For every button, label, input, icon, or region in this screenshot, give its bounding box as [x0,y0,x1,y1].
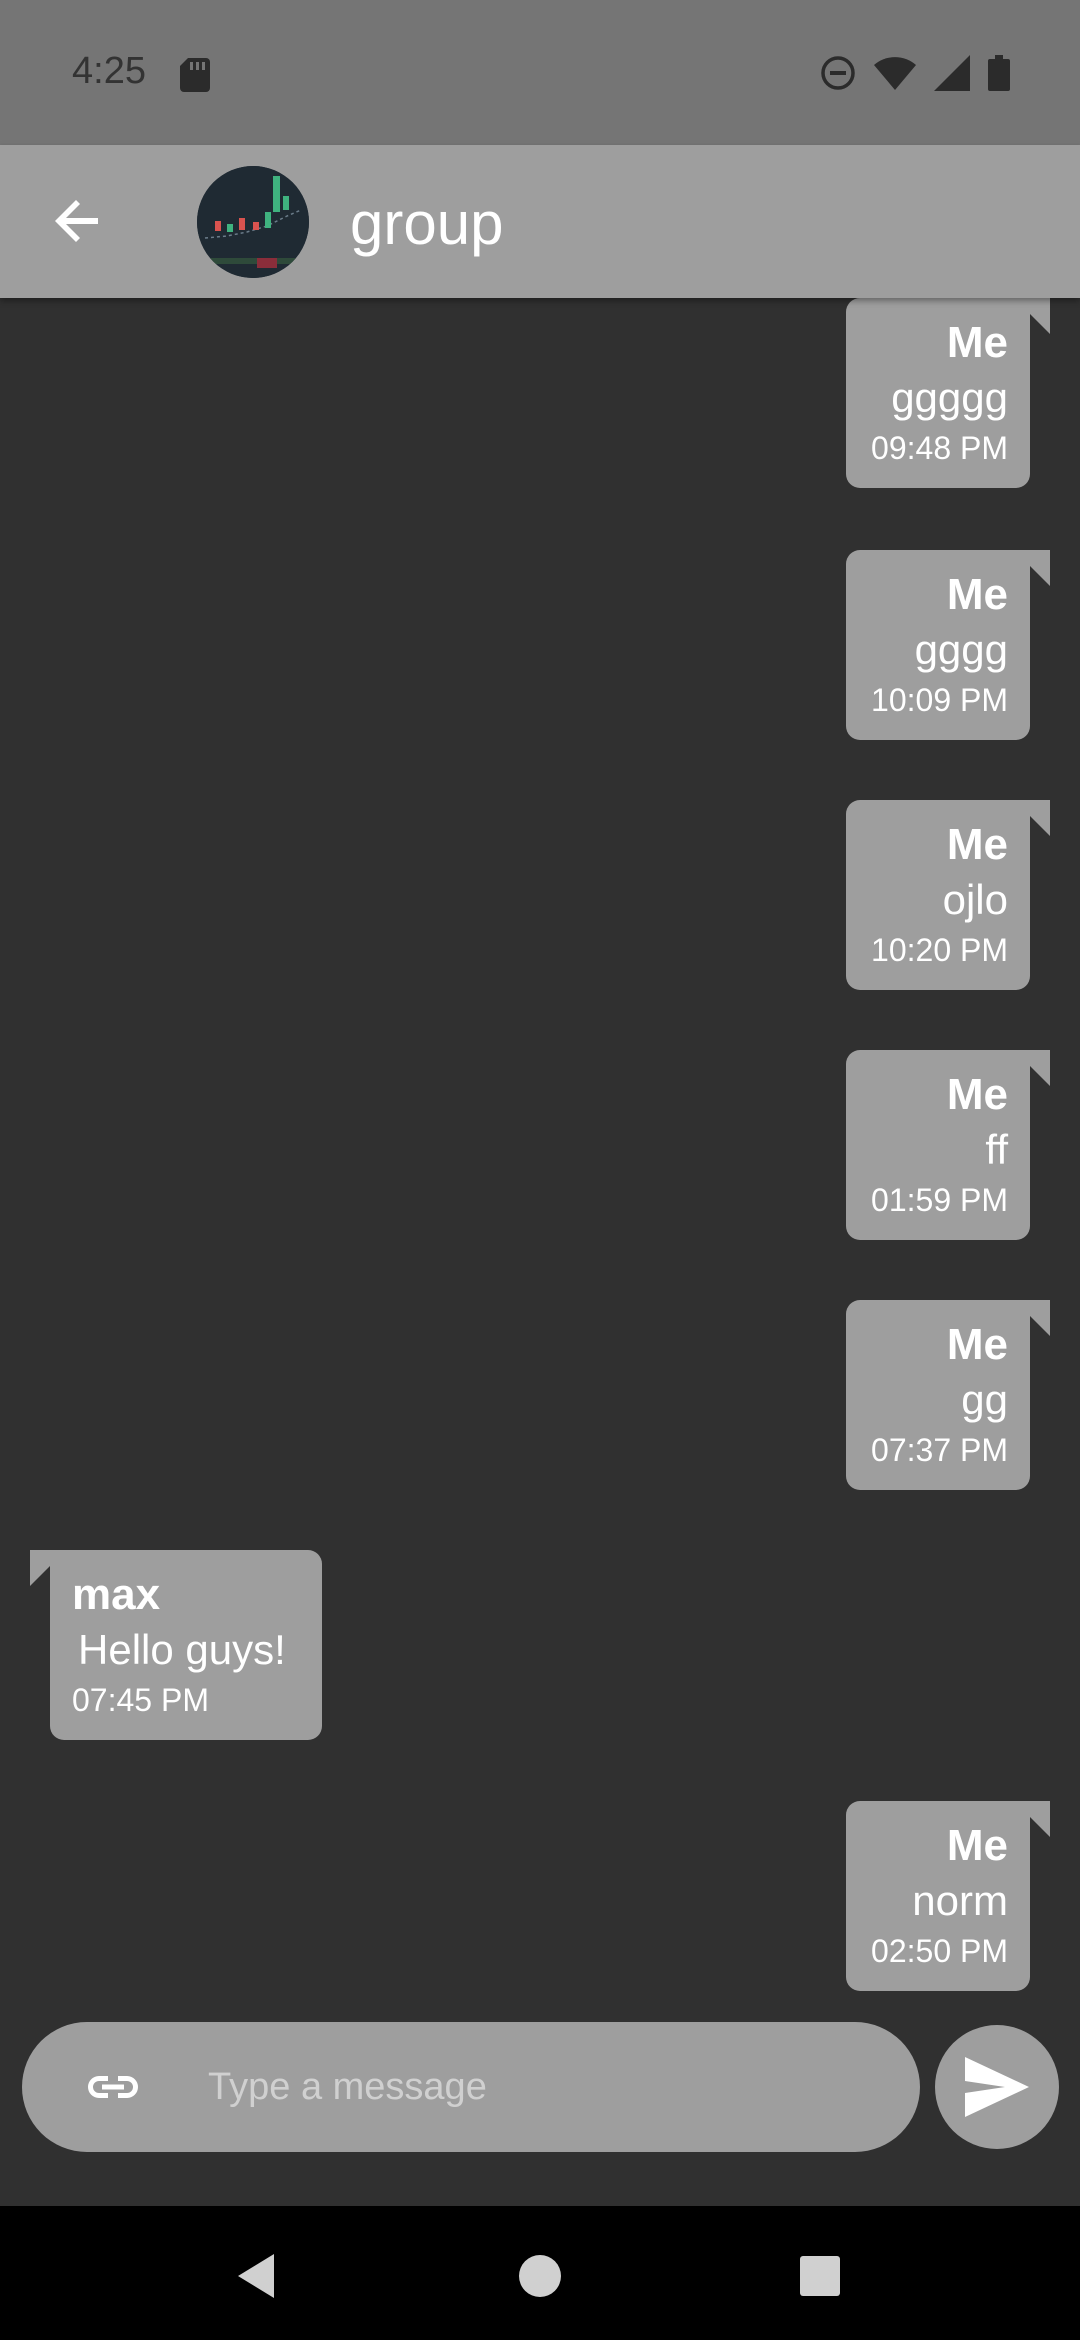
message-time: 01:59 PM [871,1182,1008,1218]
chat-title: group [350,190,504,257]
message-text: ff [985,1126,1008,1173]
message-time: 07:45 PM [72,1682,209,1718]
message-sender: Me [946,570,1008,619]
message-bubble[interactable]: Me gg 07:37 PM [846,1300,1030,1490]
message-sender: max [72,1570,161,1619]
app-bar: group [0,145,1080,298]
group-avatar[interactable] [197,166,309,278]
message-sender: Me [946,1320,1008,1369]
send-button[interactable] [935,2025,1059,2149]
message-bubble[interactable]: Me ggggg 09:48 PM [846,298,1030,488]
message-text: Hello guys! [78,1626,286,1673]
arrow-back-icon[interactable] [50,193,106,249]
system-nav-bar [0,2206,1080,2340]
message-composer [22,2022,920,2152]
message-text: norm [912,1877,1008,1924]
message-time: 09:48 PM [871,430,1008,466]
message-time: 07:37 PM [871,1432,1008,1468]
message-time: 10:20 PM [871,932,1008,968]
status-bar: 4:25 [0,0,1080,145]
cell-signal-icon [934,55,970,96]
link-icon[interactable] [84,2058,142,2116]
nav-recents-icon[interactable] [790,2246,850,2306]
status-time: 4:25 [72,50,146,92]
nav-home-icon[interactable] [510,2246,570,2306]
send-icon [965,2057,1029,2117]
message-input[interactable] [208,2050,888,2124]
message-text: ojlo [942,876,1008,923]
sd-card-icon [180,58,210,97]
message-sender: Me [946,1821,1008,1870]
message-time: 10:09 PM [871,682,1008,718]
message-sender: Me [946,820,1008,869]
nav-back-icon[interactable] [230,2246,290,2306]
message-sender: Me [946,1070,1008,1119]
message-bubble[interactable]: Me ojlo 10:20 PM [846,800,1030,990]
message-bubble[interactable]: Me ff 01:59 PM [846,1050,1030,1240]
message-text: gggg [914,626,1008,673]
message-bubble[interactable]: Me gggg 10:09 PM [846,550,1030,740]
message-sender: Me [946,318,1008,367]
message-text: gg [961,1376,1008,1423]
dnd-icon [820,55,856,96]
wifi-icon [874,56,916,95]
message-bubble[interactable]: Me norm 02:50 PM [846,1801,1030,1991]
message-text: ggggg [891,374,1008,421]
message-time: 02:50 PM [871,1933,1008,1969]
battery-icon [988,55,1010,96]
message-list[interactable]: Me ggggg 09:48 PM Me gggg 10:09 PM Me oj… [0,298,1080,2018]
message-bubble[interactable]: max Hello guys! 07:45 PM [50,1550,322,1740]
